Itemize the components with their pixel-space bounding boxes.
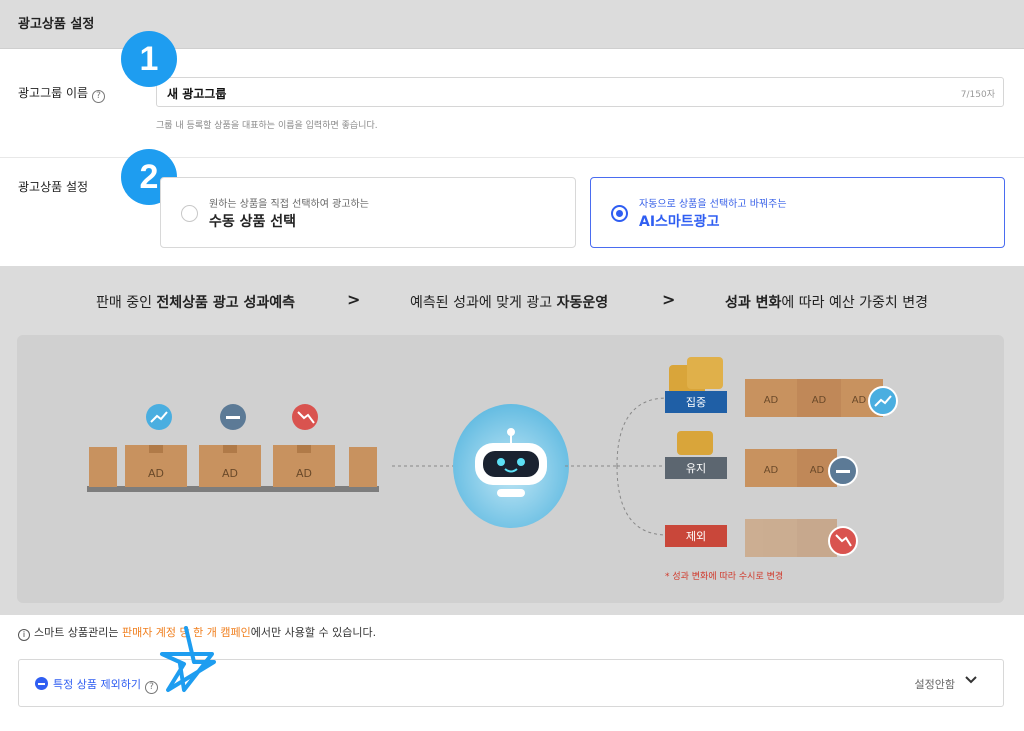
box xyxy=(349,447,377,487)
ai-smart-radio[interactable] xyxy=(611,205,628,222)
ad-box-row-exclude xyxy=(745,519,837,557)
notice-text-end: 에서만 사용할 수 있습니다. xyxy=(250,626,377,639)
trend-up-icon xyxy=(146,404,172,430)
minus-icon xyxy=(220,404,246,430)
manual-select-option[interactable]: 원하는 상품을 직접 선택하여 광고하는 수동 상품 선택 xyxy=(160,177,576,248)
tag-keep-label: 유지 xyxy=(686,462,706,475)
manual-option-title: 수동 상품 선택 xyxy=(209,214,297,230)
ad-label: AD xyxy=(852,395,867,406)
group-name-hint: 그룹 내 등록할 상품을 대표하는 이름을 입력하면 좋습니다. xyxy=(156,121,378,131)
trend-down-icon xyxy=(292,404,318,430)
step3-text: 에 따라 예산 가중치 변경 xyxy=(781,295,929,311)
ad-label: AD xyxy=(222,467,238,480)
ad-box: AD xyxy=(199,445,261,487)
help-icon[interactable]: ? xyxy=(144,681,158,694)
help-icon[interactable]: ? xyxy=(92,90,106,103)
group-name-label-wrap: 광고그룹 이름? xyxy=(18,84,106,103)
ad-label: AD xyxy=(296,467,312,480)
connector-line xyxy=(616,465,668,536)
step1-text: 판매 중인 xyxy=(96,295,157,311)
exclude-status: 설정안함 xyxy=(914,678,955,691)
group-name-label: 광고그룹 이름 xyxy=(18,86,89,100)
ad-label: AD xyxy=(148,467,164,480)
ad-box: AD xyxy=(125,445,187,487)
ai-smart-option-title: AI스마트광고 xyxy=(639,214,720,230)
process-step-3: 성과 변화에 따라 예산 가중치 변경 xyxy=(725,292,928,312)
illustration-svg: AD AD AD 집중 유지 제외 AD AD AD AD AD * 성과 변화… xyxy=(87,357,898,582)
star-annotation-icon xyxy=(160,626,216,692)
notice-text: 스마트 상품관리는 xyxy=(34,626,122,639)
robot-icon xyxy=(453,404,569,528)
ad-box-row-keep: AD AD xyxy=(745,449,858,487)
coin-stack-icon xyxy=(677,431,713,455)
step2-text: 예측된 성과에 맞게 광고 xyxy=(410,295,557,311)
footnote: * 성과 변화에 따라 수시로 변경 xyxy=(665,570,783,582)
group-name-value: 새 광고그룹 xyxy=(167,87,227,101)
ad-label: AD xyxy=(764,465,779,476)
box xyxy=(89,447,117,487)
ad-label: AD xyxy=(812,395,827,406)
process-step-2: 예측된 성과에 맞게 광고 자동운영 xyxy=(410,292,608,312)
section-title: 광고상품 설정 xyxy=(18,17,95,32)
step1-bold: 전체상품 광고 성과예측 xyxy=(156,295,295,311)
product-setting-label: 광고상품 설정 xyxy=(18,180,89,194)
process-step-1: 판매 중인 전체상품 광고 성과예측 xyxy=(96,292,295,312)
info-icon: i xyxy=(18,629,30,641)
tag-exclude-label: 제외 xyxy=(686,530,706,543)
ad-box-row-focus: AD AD AD xyxy=(745,379,898,417)
step3-bold: 성과 변화 xyxy=(725,295,782,311)
step2-bold: 자동운영 xyxy=(556,295,609,311)
connector-line xyxy=(616,397,668,467)
ai-process-banner: 판매 중인 전체상품 광고 성과예측 > 예측된 성과에 맞게 광고 자동운영 … xyxy=(0,266,1024,615)
group-name-input[interactable]: 새 광고그룹 7/150자 xyxy=(156,77,1004,107)
ad-label: AD xyxy=(764,395,779,406)
char-counter: 7/150자 xyxy=(960,90,995,100)
process-illustration: AD AD AD 집중 유지 제외 AD AD AD AD AD * 성과 변화… xyxy=(17,335,1004,603)
step-arrow: > xyxy=(662,290,676,309)
ai-smart-option[interactable]: 자동으로 상품을 선택하고 바꿔주는 AI스마트광고 xyxy=(590,177,1005,248)
ad-label: AD xyxy=(810,465,825,476)
ai-smart-option-sub: 자동으로 상품을 선택하고 바꿔주는 xyxy=(639,199,787,210)
step-arrow: > xyxy=(347,290,361,309)
minus-circle-icon xyxy=(35,677,48,690)
manual-option-sub: 원하는 상품을 직접 선택하여 광고하는 xyxy=(209,199,369,210)
coin-stack-icon xyxy=(669,357,723,395)
page: 광고상품 설정 광고그룹 이름? 새 광고그룹 7/150자 그룹 내 등록할 … xyxy=(0,0,1024,731)
step-badge-1: 1 xyxy=(121,31,177,87)
ad-box: AD xyxy=(273,445,335,487)
exclude-products-label: 특정 상품 제외하기? xyxy=(53,676,158,694)
exclude-label-text: 특정 상품 제외하기 xyxy=(53,678,141,691)
manual-radio[interactable] xyxy=(181,205,198,222)
tag-focus-label: 집중 xyxy=(686,396,706,409)
chevron-down-icon[interactable] xyxy=(963,672,979,688)
